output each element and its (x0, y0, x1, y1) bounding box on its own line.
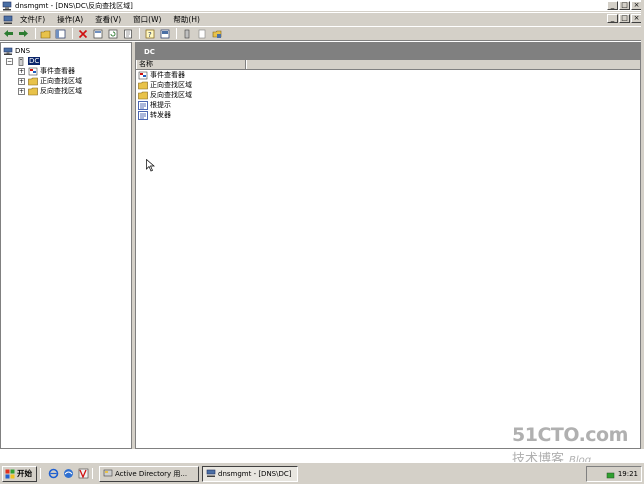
list-label: 反向查找区域 (150, 91, 192, 99)
taskbar: 开始 Active Directory 用... dnsmgmt - [DNS\… (0, 462, 644, 484)
refresh-icon[interactable] (106, 27, 119, 40)
task-active-directory[interactable]: Active Directory 用... (99, 465, 199, 482)
list-label: 转发器 (150, 111, 171, 119)
tree-label-dns: DNS (15, 47, 31, 55)
task-label: dnsmgmt - [DNS\DC] (218, 469, 292, 478)
network-icon[interactable] (606, 470, 615, 479)
help-icon[interactable]: ? (143, 27, 156, 40)
toolbar-separator (35, 28, 36, 39)
list-item-reverse-zones[interactable]: 反向查找区域 (136, 90, 640, 100)
taskbar-separator (92, 468, 93, 479)
server-icon[interactable] (180, 27, 193, 40)
tree-item-dns[interactable]: DNS (3, 46, 30, 56)
dns-icon (206, 469, 216, 478)
folder-icon (28, 77, 38, 86)
list-item-event-viewer[interactable]: 事件查看器 (136, 70, 640, 80)
start-button[interactable]: 开始 (2, 465, 37, 482)
column-header-row: 名称 (136, 60, 640, 70)
details-header: DC (136, 43, 640, 60)
show-hide-tree-icon[interactable] (54, 27, 67, 40)
list-item-forwarders[interactable]: 转发器 (136, 110, 640, 120)
quick-launch-app-icon[interactable] (77, 468, 89, 480)
expand-icon[interactable]: + (18, 87, 25, 95)
mouse-cursor-icon (146, 158, 155, 174)
export-list-icon[interactable] (121, 27, 134, 40)
tree-label-event-viewer: 事件查看器 (40, 67, 75, 75)
tree-label-dc: DC (28, 57, 41, 65)
toolbar: ? (0, 26, 644, 41)
menu-action[interactable]: 操作(A) (51, 14, 89, 25)
mmc-icon[interactable] (2, 14, 14, 25)
child-restore-button[interactable]: □ (619, 14, 630, 23)
menu-window[interactable]: 窗口(W) (127, 14, 167, 25)
properties-icon[interactable] (91, 27, 104, 40)
up-folder-icon[interactable] (39, 27, 52, 40)
column-empty[interactable] (246, 60, 640, 69)
tree-item-forward-zones[interactable]: + 正向查找区域 (18, 76, 82, 86)
expand-icon[interactable]: + (18, 67, 25, 75)
internet-explorer-icon[interactable] (47, 468, 59, 480)
menu-view[interactable]: 查看(V) (89, 14, 127, 25)
collapse-icon[interactable]: − (6, 57, 13, 65)
forwarders-icon (138, 110, 148, 120)
task-dnsmgmt[interactable]: dnsmgmt - [DNS\DC] (202, 465, 298, 482)
toolbar-separator (139, 28, 140, 39)
start-label: 开始 (17, 469, 32, 478)
root-hints-icon (138, 100, 148, 110)
expand-icon[interactable]: + (18, 77, 25, 85)
minimize-button[interactable]: _ (607, 1, 618, 10)
document-icon[interactable] (195, 27, 208, 40)
back-icon[interactable] (2, 27, 15, 40)
svg-text:?: ? (148, 31, 152, 39)
tree-label-forward-zones: 正向查找区域 (40, 77, 82, 85)
toolbar-separator (176, 28, 177, 39)
folder-icon (138, 81, 148, 90)
tree-label-reverse-zones: 反向查找区域 (40, 87, 82, 95)
windows-logo-icon (5, 469, 15, 479)
dns-icon (3, 47, 13, 56)
event-viewer-icon (138, 71, 148, 80)
delete-icon[interactable] (76, 27, 89, 40)
menu-help[interactable]: 帮助(H) (167, 14, 206, 25)
maximize-button[interactable]: □ (619, 1, 630, 10)
active-directory-icon (103, 469, 113, 478)
tree-pane: DNS − DC + 事件查看器 + 正向查找区域 + 反向查找区域 (0, 42, 132, 449)
list-label: 事件查看器 (150, 71, 185, 79)
event-viewer-icon (28, 67, 38, 76)
column-name[interactable]: 名称 (136, 60, 246, 69)
window-title: dnsmgmt - [DNS\DC\反向查找区域] (15, 1, 133, 10)
tree-item-dc[interactable]: − DC (6, 56, 41, 66)
list-item-root-hints[interactable]: 根提示 (136, 100, 640, 110)
menu-file[interactable]: 文件(F) (14, 14, 51, 25)
forward-icon[interactable] (17, 27, 30, 40)
title-bar: dnsmgmt - [DNS\DC\反向查找区域] _ □ × (0, 0, 644, 12)
watermark-site: 51CTO.com (512, 424, 628, 446)
folder-icon (28, 87, 38, 96)
list-label: 根提示 (150, 101, 171, 109)
show-desktop-icon[interactable] (62, 468, 74, 480)
clock[interactable]: 19:21 (618, 470, 638, 478)
system-tray: 19:21 (586, 466, 642, 482)
child-minimize-button[interactable]: _ (607, 14, 618, 23)
zone-icon[interactable] (210, 27, 223, 40)
details-pane: DC 名称 事件查看器 正向查找区域 反向查找区域 根提示 转发器 (135, 42, 641, 449)
menu-bar: 文件(F) 操作(A) 查看(V) 窗口(W) 帮助(H) _ □ × (0, 13, 644, 26)
server-icon (16, 56, 26, 66)
list-label: 正向查找区域 (150, 81, 192, 89)
dns-app-icon (2, 1, 12, 11)
console-icon[interactable] (158, 27, 171, 40)
taskbar-separator (40, 468, 41, 479)
tree-item-event-viewer[interactable]: + 事件查看器 (18, 66, 75, 76)
toolbar-separator (72, 28, 73, 39)
task-label: Active Directory 用... (115, 469, 188, 478)
folder-icon (138, 91, 148, 100)
list-item-forward-zones[interactable]: 正向查找区域 (136, 80, 640, 90)
tree-item-reverse-zones[interactable]: + 反向查找区域 (18, 86, 82, 96)
